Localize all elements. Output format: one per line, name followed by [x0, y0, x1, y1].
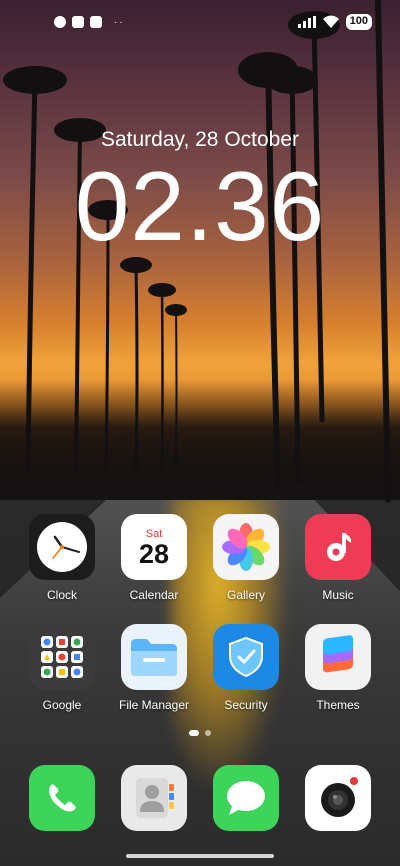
contacts-icon[interactable]: [121, 765, 187, 831]
google-folder-icon[interactable]: [29, 624, 95, 690]
app-clock[interactable]: Clock: [16, 514, 108, 602]
messages-icon[interactable]: [213, 765, 279, 831]
page-dot: [205, 730, 211, 736]
themes-icon[interactable]: [305, 624, 371, 690]
battery-indicator: 100: [345, 14, 372, 30]
app-gallery[interactable]: Gallery: [200, 514, 292, 602]
more-notifications-indicator: ··: [114, 16, 125, 28]
app-label: Security: [224, 698, 268, 712]
lockscreen-time: 02.36: [74, 151, 326, 261]
clock-icon[interactable]: [29, 514, 95, 580]
app-google-folder[interactable]: Google: [16, 624, 108, 712]
app-file-manager[interactable]: File Manager: [108, 624, 200, 712]
dock-messages[interactable]: [200, 765, 292, 831]
gallery-icon[interactable]: [213, 514, 279, 580]
app-label: Google: [42, 698, 82, 712]
app-label: Themes: [316, 698, 360, 712]
lockscreen-date: Saturday, 28 October: [100, 128, 300, 151]
app-music[interactable]: Music: [292, 514, 384, 602]
app-label: Clock: [46, 588, 77, 602]
calendar-icon[interactable]: Sat 28: [121, 514, 187, 580]
status-bar: ·· 100: [0, 0, 400, 44]
page-dot-active: [189, 730, 199, 736]
signal-icon: [297, 16, 316, 28]
app-label: Calendar: [129, 588, 179, 602]
calendar-date: 28: [138, 539, 170, 569]
music-icon[interactable]: [305, 514, 371, 580]
app-label: File Manager: [118, 698, 190, 712]
camera-icon[interactable]: [305, 765, 371, 831]
app-label: Music: [322, 588, 354, 602]
app-row: Google File Manager Security Themes: [16, 624, 384, 712]
app-security[interactable]: Security: [200, 624, 292, 712]
app-calendar[interactable]: Sat 28 Calendar: [108, 514, 200, 602]
shield-icon[interactable]: [213, 624, 279, 690]
dock: [16, 765, 384, 831]
page-indicator: [0, 730, 400, 736]
dock-camera[interactable]: [292, 765, 384, 831]
app-themes[interactable]: Themes: [292, 624, 384, 712]
notification-icon: [72, 16, 84, 28]
wifi-icon: [322, 15, 339, 28]
phone-icon[interactable]: [29, 765, 95, 831]
upload-icon: [90, 16, 102, 28]
app-row: Clock Sat 28 Calendar Gallery Music: [16, 514, 384, 602]
dock-phone[interactable]: [16, 765, 108, 831]
dock-contacts[interactable]: [108, 765, 200, 831]
folder-icon[interactable]: [121, 624, 187, 690]
notification-icon: [54, 16, 66, 28]
app-label: Gallery: [226, 588, 265, 602]
home-indicator[interactable]: [126, 854, 274, 858]
